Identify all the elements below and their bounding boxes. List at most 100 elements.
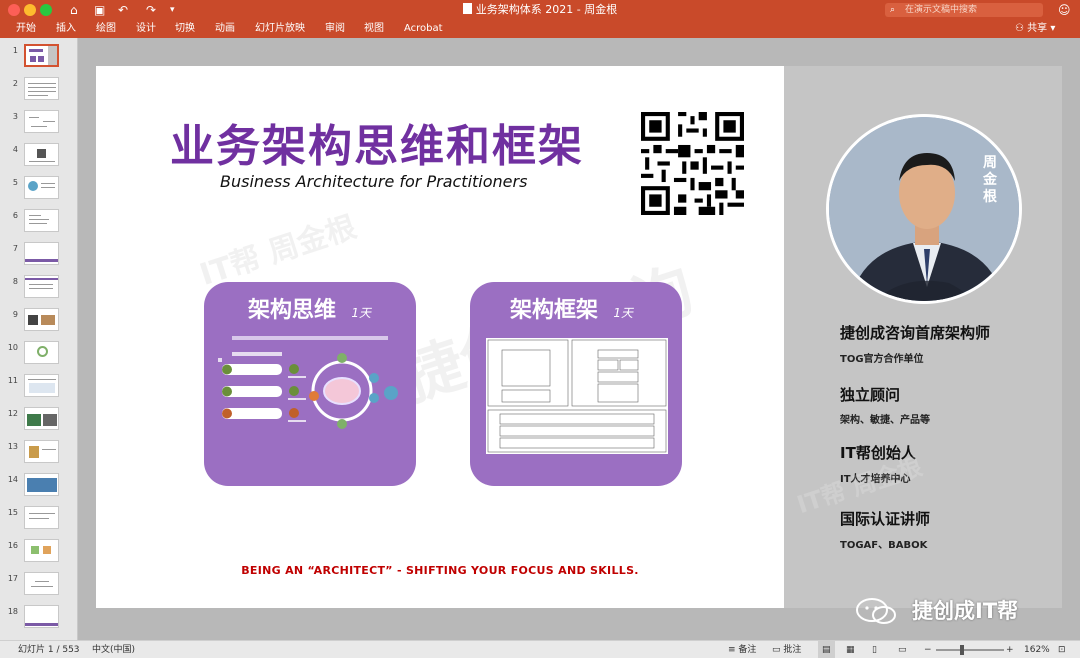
thumbnail-slide[interactable]: 17 (0, 572, 78, 605)
powerpoint-window: ⌂ ▣ ↶ ↷ ▾ 业务架构体系 2021 - 周金根 ⌕ 在演示文稿中搜索 ☺… (0, 0, 1080, 658)
course-card-architecture-thinking: 架构思维 1天 (204, 282, 416, 486)
thumbnail-image (24, 407, 59, 430)
thumbnail-slide[interactable]: 5 (0, 176, 78, 209)
thumbnail-slide[interactable]: 8 (0, 275, 78, 308)
role-heading: 国际认证讲师 (840, 510, 931, 528)
search-icon: ⌕ (890, 5, 896, 15)
title-bar: ⌂ ▣ ↶ ↷ ▾ 业务架构体系 2021 - 周金根 ⌕ 在演示文稿中搜索 ☺ (0, 0, 1080, 20)
thumbnail-number: 9 (12, 310, 18, 319)
thumbnail-slide[interactable]: 14 (0, 473, 78, 506)
zoom-level[interactable]: 162% (1024, 641, 1050, 658)
wechat-icon (856, 598, 896, 624)
brand-name: 捷创成IT帮 (912, 599, 1019, 623)
thumbnail-slide[interactable]: 15 (0, 506, 78, 539)
tab-animations[interactable]: 动画 (215, 20, 235, 38)
thumbnail-number: 1 (12, 46, 18, 55)
role-subtext: TOG官方合作单位 (840, 354, 924, 365)
thumbnail-number: 16 (7, 541, 18, 550)
thumbnail-image (24, 143, 59, 166)
fit-to-window-icon[interactable]: ⊡ (1058, 641, 1066, 658)
slide-thumbnail-pane[interactable]: 1 2 3 4 5 6 7 8 9 10 11 12 13 14 15 16 1… (0, 38, 78, 640)
course-card-architecture-framework: 架构框架 1天 (470, 282, 682, 486)
thumbnail-slide[interactable]: 4 (0, 143, 78, 176)
thumbnail-slide[interactable]: 16 (0, 539, 78, 572)
tab-draw[interactable]: 绘图 (96, 20, 116, 38)
thumbnail-number: 14 (7, 475, 18, 484)
thumbnail-number: 12 (7, 409, 18, 418)
thumbnail-image (24, 473, 59, 496)
thumbnail-slide[interactable]: 2 (0, 77, 78, 110)
thumbnail-image (24, 308, 59, 331)
thumbnail-number: 5 (12, 178, 18, 187)
zoom-in-icon[interactable]: + (1006, 641, 1014, 658)
tab-design[interactable]: 设计 (136, 20, 156, 38)
thumbnail-slide[interactable]: 12 (0, 407, 78, 440)
reading-view-icon[interactable]: ▯ (872, 641, 877, 658)
slideshow-view-icon[interactable]: ▭ (898, 641, 907, 658)
tab-acrobat[interactable]: Acrobat (404, 20, 443, 38)
smiley-feedback-icon[interactable]: ☺ (1058, 1, 1071, 19)
ribbon-tabs: 开始 插入 绘图 设计 切换 动画 幻灯片放映 审阅 视图 Acrobat ⚇ … (0, 20, 1080, 38)
search-placeholder: 在演示文稿中搜索 (905, 5, 978, 15)
slide-sorter-view-icon[interactable]: ▦ (846, 641, 855, 658)
presenter-panel: 周金根 捷创成咨询首席架构师 TOG官方合作单位 独立顾问 架构、敏捷、产品等 … (784, 66, 1062, 608)
thumbnail-number: 18 (7, 607, 18, 616)
slide-counter: 幻灯片 1 / 553 (18, 645, 80, 655)
search-box[interactable]: ⌕ 在演示文稿中搜索 (885, 3, 1043, 17)
card-title: 架构思维 1天 (248, 298, 371, 323)
normal-view-icon[interactable]: ▤ (818, 641, 835, 658)
role-heading: 独立顾问 (840, 386, 901, 404)
language-indicator[interactable]: 中文(中国) (92, 641, 135, 658)
slide-title: 业务架构思维和框架 (170, 121, 584, 172)
thumbnail-number: 2 (12, 79, 18, 88)
role-subtext: 架构、敏捷、产品等 (840, 415, 930, 426)
thumbnail-number: 4 (12, 145, 18, 154)
thumbnail-image (24, 110, 59, 133)
tab-review[interactable]: 审阅 (325, 20, 345, 38)
thumbnail-slide[interactable]: 13 (0, 440, 78, 473)
thumbnail-slide[interactable]: 1 (0, 44, 78, 77)
notes-icon: ≡ (728, 645, 736, 655)
thumbnail-number: 15 (7, 508, 18, 517)
thumbnail-number: 11 (7, 376, 18, 385)
chevron-down-icon: ▾ (1050, 23, 1056, 34)
thumbnail-image (24, 440, 59, 463)
thumbnail-image (24, 539, 59, 562)
thumbnail-image (24, 242, 59, 265)
thumbnail-slide[interactable]: 9 (0, 308, 78, 341)
thumbnail-slide[interactable]: 6 (0, 209, 78, 242)
tab-insert[interactable]: 插入 (56, 20, 76, 38)
add-person-icon: ⚇ (1015, 23, 1024, 34)
thumbnail-number: 13 (7, 442, 18, 451)
thumbnail-number: 7 (12, 244, 18, 253)
thumbnail-image (24, 44, 59, 67)
thumbnail-image (24, 209, 59, 232)
thumbnail-slide[interactable]: 10 (0, 341, 78, 374)
thumbnail-slide[interactable]: 18 (0, 605, 78, 638)
notes-button[interactable]: ≡ 备注 (728, 641, 756, 658)
zoom-slider-handle[interactable] (960, 645, 964, 655)
presenter-name: 周金根 (983, 155, 997, 205)
zoom-slider[interactable] (936, 649, 1004, 651)
thumbnail-image (24, 341, 59, 364)
tab-transitions[interactable]: 切换 (175, 20, 195, 38)
thumbnail-image (24, 275, 59, 298)
slide-slogan: BEING AN “ARCHITECT” - SHIFTING YOUR FOC… (241, 564, 639, 577)
architecture-framework-diagram (486, 338, 668, 454)
share-button[interactable]: ⚇ 共享 ▾ (1015, 20, 1055, 38)
tab-view[interactable]: 视图 (364, 20, 384, 38)
presenter-photo: 周金根 (826, 114, 1022, 304)
card-duration: 1天 (351, 306, 371, 320)
tab-home[interactable]: 开始 (16, 20, 36, 38)
slide-canvas[interactable]: IT帮 周金根 捷创成咨询 业务架构思维和框架 Business Archite… (96, 66, 1062, 608)
wechat-brand-overlay: 捷创成IT帮 (852, 596, 1072, 626)
tab-slideshow[interactable]: 幻灯片放映 (255, 20, 305, 38)
thumbnail-number: 17 (7, 574, 18, 583)
thumbnail-number: 3 (12, 112, 18, 121)
thumbnail-slide[interactable]: 7 (0, 242, 78, 275)
zoom-out-icon[interactable]: − (924, 641, 932, 658)
architecture-thinking-diagram (218, 334, 402, 442)
thumbnail-slide[interactable]: 3 (0, 110, 78, 143)
comments-button[interactable]: ▭ 批注 (772, 641, 801, 658)
thumbnail-slide[interactable]: 11 (0, 374, 78, 407)
